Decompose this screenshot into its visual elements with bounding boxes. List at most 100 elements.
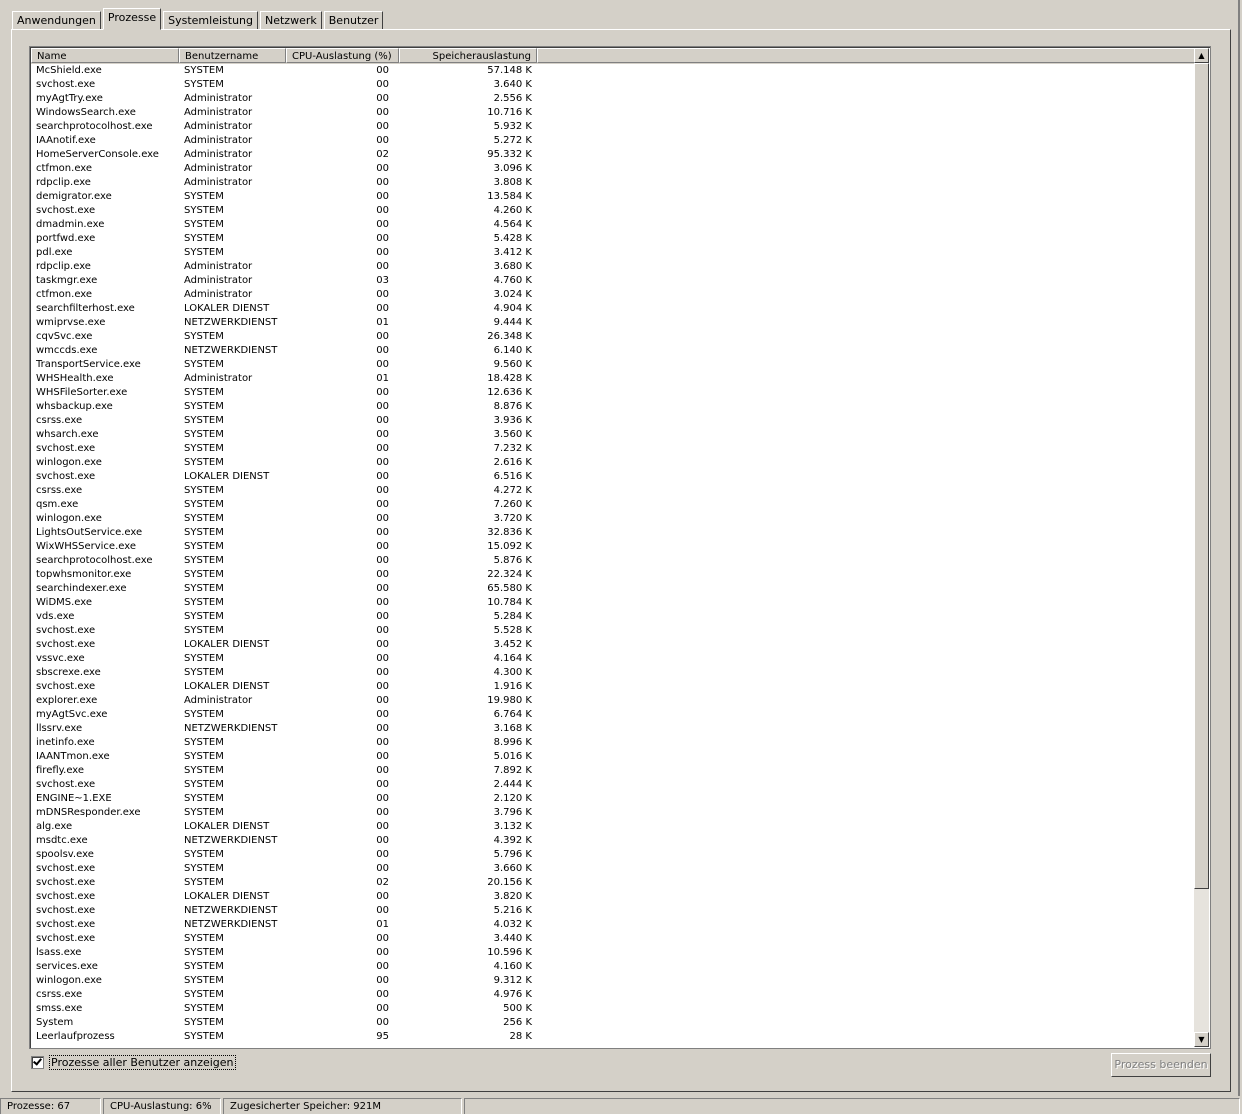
show-all-users-label[interactable]: Prozesse aller Benutzer anzeigen	[49, 1054, 236, 1070]
size-grip-icon[interactable]	[1228, 1100, 1242, 1114]
column-header-cpu[interactable]: CPU-Auslastung (%)	[286, 48, 399, 63]
table-row[interactable]: explorer.exe Administrator 00 19.980 K	[31, 694, 1194, 708]
table-row[interactable]: spoolsv.exe SYSTEM 00 5.796 K	[31, 848, 1194, 862]
process-cpu: 00	[376, 93, 389, 104]
table-row[interactable]: WixWHSService.exe SYSTEM 00 15.092 K	[31, 540, 1194, 554]
scroll-down-arrow-icon[interactable]: ▼	[1194, 1032, 1209, 1047]
table-row[interactable]: firefly.exe SYSTEM 00 7.892 K	[31, 764, 1194, 778]
table-row[interactable]: searchprotocolhost.exe SYSTEM 00 5.876 K	[31, 554, 1194, 568]
table-row[interactable]: lsass.exe SYSTEM 00 10.596 K	[31, 946, 1194, 960]
table-row[interactable]: vssvc.exe SYSTEM 00 4.164 K	[31, 652, 1194, 666]
table-row[interactable]: csrss.exe SYSTEM 00 3.936 K	[31, 414, 1194, 428]
table-row[interactable]: Leerlaufprozess SYSTEM 95 28 K	[31, 1030, 1194, 1044]
process-memory: 3.132 K	[493, 821, 532, 832]
table-row[interactable]: WindowsSearch.exe Administrator 00 10.716 K	[31, 106, 1194, 120]
table-row[interactable]: LightsOutService.exe SYSTEM 00 32.836 K	[31, 526, 1194, 540]
table-row[interactable]: svchost.exe SYSTEM 02 20.156 K	[31, 876, 1194, 890]
process-list[interactable]: Name Benutzername CPU-Auslastung (%) Spe…	[29, 46, 1211, 1049]
table-row[interactable]: rdpclip.exe Administrator 00 3.680 K	[31, 260, 1194, 274]
table-row[interactable]: svchost.exe SYSTEM 00 3.640 K	[31, 78, 1194, 92]
process-user: LOKALER DIENST	[184, 471, 270, 482]
table-row[interactable]: llssrv.exe NETZWERKDIENST 00 3.168 K	[31, 722, 1194, 736]
table-row[interactable]: wmccds.exe NETZWERKDIENST 00 6.140 K	[31, 344, 1194, 358]
table-row[interactable]: searchindexer.exe SYSTEM 00 65.580 K	[31, 582, 1194, 596]
scrollbar-thumb[interactable]	[1194, 63, 1209, 889]
table-row[interactable]: WHSFileSorter.exe SYSTEM 00 12.636 K	[31, 386, 1194, 400]
process-memory: 4.032 K	[493, 919, 532, 930]
table-row[interactable]: svchost.exe LOKALER DIENST 00 6.516 K	[31, 470, 1194, 484]
table-row[interactable]: pdl.exe SYSTEM 00 3.412 K	[31, 246, 1194, 260]
table-row[interactable]: myAgtTry.exe Administrator 00 2.556 K	[31, 92, 1194, 106]
table-row[interactable]: svchost.exe SYSTEM 00 2.444 K	[31, 778, 1194, 792]
table-row[interactable]: winlogon.exe SYSTEM 00 2.616 K	[31, 456, 1194, 470]
table-row[interactable]: demigrator.exe SYSTEM 00 13.584 K	[31, 190, 1194, 204]
table-row[interactable]: sbscrexe.exe SYSTEM 00 4.300 K	[31, 666, 1194, 680]
process-name: csrss.exe	[36, 989, 83, 1000]
tab-network[interactable]: Netzwerk	[260, 11, 322, 29]
process-user: SYSTEM	[184, 429, 224, 440]
table-row[interactable]: dmadmin.exe SYSTEM 00 4.564 K	[31, 218, 1194, 232]
tab-processes[interactable]: Prozesse	[102, 8, 162, 30]
end-process-button[interactable]: Prozess beenden	[1111, 1053, 1211, 1077]
table-row[interactable]: HomeServerConsole.exe Administrator 02 95.3…	[31, 148, 1194, 162]
tab-users[interactable]: Benutzer	[323, 11, 384, 29]
table-row[interactable]: topwhsmonitor.exe SYSTEM 00 22.324 K	[31, 568, 1194, 582]
table-row[interactable]: csrss.exe SYSTEM 00 4.272 K	[31, 484, 1194, 498]
table-row[interactable]: ENGINE~1.EXE SYSTEM 00 2.120 K	[31, 792, 1194, 806]
table-row[interactable]: winlogon.exe SYSTEM 00 3.720 K	[31, 512, 1194, 526]
table-row[interactable]: whsarch.exe SYSTEM 00 3.560 K	[31, 428, 1194, 442]
table-row[interactable]: svchost.exe SYSTEM 00 3.440 K	[31, 932, 1194, 946]
process-cpu: 00	[376, 429, 389, 440]
table-row[interactable]: ctfmon.exe Administrator 00 3.024 K	[31, 288, 1194, 302]
table-row[interactable]: csrss.exe SYSTEM 00 4.976 K	[31, 988, 1194, 1002]
column-header-username[interactable]: Benutzername	[179, 48, 286, 63]
table-row[interactable]: svchost.exe LOKALER DIENST 00 1.916 K	[31, 680, 1194, 694]
table-row[interactable]: TransportService.exe SYSTEM 00 9.560 K	[31, 358, 1194, 372]
tab-applications[interactable]: Anwendungen	[12, 11, 101, 29]
table-row[interactable]: smss.exe SYSTEM 00 500 K	[31, 1002, 1194, 1016]
table-row[interactable]: inetinfo.exe SYSTEM 00 8.996 K	[31, 736, 1194, 750]
table-row[interactable]: winlogon.exe SYSTEM 00 9.312 K	[31, 974, 1194, 988]
table-row[interactable]: searchfilterhost.exe LOKALER DIENST 00 4.90…	[31, 302, 1194, 316]
table-row[interactable]: searchprotocolhost.exe Administrator 00 5.9…	[31, 120, 1194, 134]
table-row[interactable]: msdtc.exe NETZWERKDIENST 00 4.392 K	[31, 834, 1194, 848]
table-row[interactable]: services.exe SYSTEM 00 4.160 K	[31, 960, 1194, 974]
table-row[interactable]: rdpclip.exe Administrator 00 3.808 K	[31, 176, 1194, 190]
show-all-users-checkbox[interactable]	[31, 1055, 44, 1069]
show-all-users-option[interactable]: Prozesse aller Benutzer anzeigen	[31, 1054, 236, 1070]
table-row[interactable]: IAANTmon.exe SYSTEM 00 5.016 K	[31, 750, 1194, 764]
table-row[interactable]: ctfmon.exe Administrator 00 3.096 K	[31, 162, 1194, 176]
table-row[interactable]: IAAnotif.exe Administrator 00 5.272 K	[31, 134, 1194, 148]
table-row[interactable]: alg.exe LOKALER DIENST 00 3.132 K	[31, 820, 1194, 834]
process-memory: 256 K	[503, 1017, 532, 1028]
table-row[interactable]: qsm.exe SYSTEM 00 7.260 K	[31, 498, 1194, 512]
table-row[interactable]: svchost.exe LOKALER DIENST 00 3.820 K	[31, 890, 1194, 904]
scroll-up-arrow-icon[interactable]: ▲	[1194, 48, 1209, 63]
table-row[interactable]: portfwd.exe SYSTEM 00 5.428 K	[31, 232, 1194, 246]
table-row[interactable]: myAgtSvc.exe SYSTEM 00 6.764 K	[31, 708, 1194, 722]
table-row[interactable]: svchost.exe SYSTEM 00 3.660 K	[31, 862, 1194, 876]
column-header-name[interactable]: Name	[31, 48, 179, 63]
table-row[interactable]: vds.exe SYSTEM 00 5.284 K	[31, 610, 1194, 624]
table-row[interactable]: mDNSResponder.exe SYSTEM 00 3.796 K	[31, 806, 1194, 820]
vertical-scrollbar[interactable]: ▲ ▼	[1194, 48, 1209, 1047]
table-row[interactable]: svchost.exe NETZWERKDIENST 00 5.216 K	[31, 904, 1194, 918]
table-row[interactable]: taskmgr.exe Administrator 03 4.760 K	[31, 274, 1194, 288]
table-row[interactable]: wmiprvse.exe NETZWERKDIENST 01 9.444 K	[31, 316, 1194, 330]
process-user: Administrator	[184, 289, 253, 300]
table-row[interactable]: WiDMS.exe SYSTEM 00 10.784 K	[31, 596, 1194, 610]
process-user: SYSTEM	[184, 513, 224, 524]
table-row[interactable]: svchost.exe NETZWERKDIENST 01 4.032 K	[31, 918, 1194, 932]
table-row[interactable]: McShield.exe SYSTEM 00 57.148 K	[31, 64, 1194, 78]
process-user: SYSTEM	[184, 233, 224, 244]
table-row[interactable]: whsbackup.exe SYSTEM 00 8.876 K	[31, 400, 1194, 414]
table-row[interactable]: svchost.exe LOKALER DIENST 00 3.452 K	[31, 638, 1194, 652]
tab-performance[interactable]: Systemleistung	[163, 11, 258, 29]
table-row[interactable]: cqvSvc.exe SYSTEM 00 26.348 K	[31, 330, 1194, 344]
table-row[interactable]: System SYSTEM 00 256 K	[31, 1016, 1194, 1030]
table-row[interactable]: svchost.exe SYSTEM 00 4.260 K	[31, 204, 1194, 218]
table-row[interactable]: svchost.exe SYSTEM 00 7.232 K	[31, 442, 1194, 456]
table-row[interactable]: WHSHealth.exe Administrator 01 18.428 K	[31, 372, 1194, 386]
column-header-memory[interactable]: Speicherauslastung	[399, 48, 537, 63]
table-row[interactable]: svchost.exe SYSTEM 00 5.528 K	[31, 624, 1194, 638]
